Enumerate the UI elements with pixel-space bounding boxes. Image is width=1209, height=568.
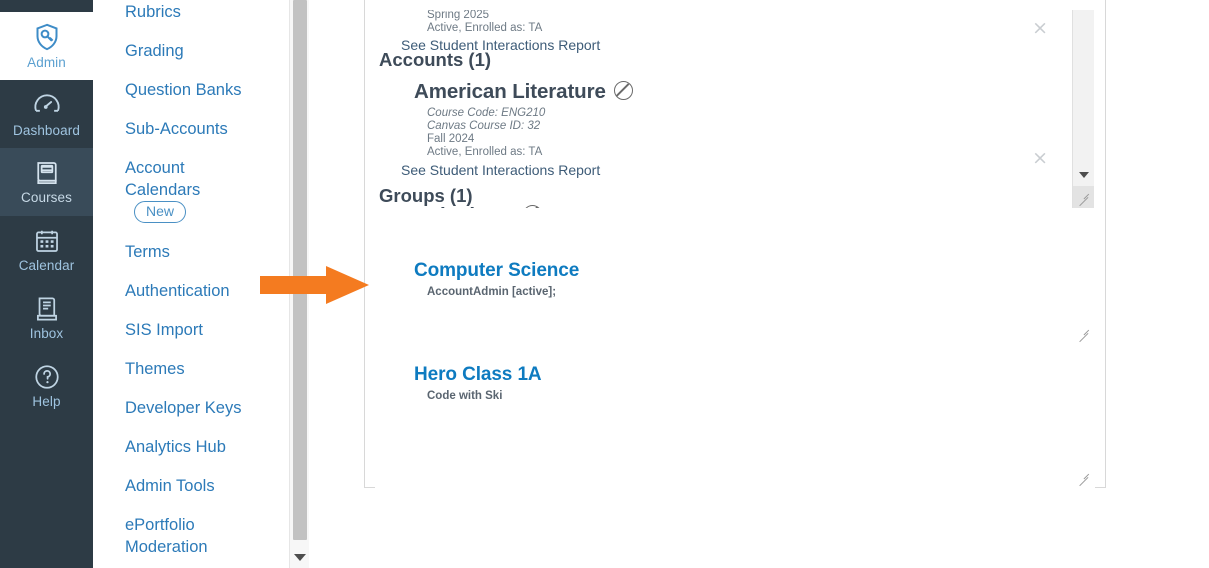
course-meta: Active, Enrolled as: TA <box>427 21 543 34</box>
accounts-box-resize-grip[interactable] <box>1073 322 1094 344</box>
screen: Account Admin Dashboard <box>0 0 1209 568</box>
account-nav-item-themes[interactable]: Themes <box>93 349 289 388</box>
account-nav-label: Account Calendars <box>125 158 201 199</box>
no-entry-icon <box>523 204 543 208</box>
account-nav-label: Terms <box>125 242 170 261</box>
course-meta: Fall 2024 <box>427 132 475 145</box>
student-interactions-report-link[interactable]: See Student Interactions Report <box>401 161 1094 180</box>
account-nav-item-question-banks[interactable]: Question Banks <box>93 70 289 109</box>
no-entry-icon <box>613 81 633 101</box>
global-navigation: Account Admin Dashboard <box>0 0 93 568</box>
account-navigation: Rubrics Grading Question Banks Sub-Accou… <box>93 0 289 568</box>
account-nav-item-sis-import[interactable]: SIS Import <box>93 310 289 349</box>
account-nav-item-eportfolio-moderation[interactable]: ePortfolio Moderation <box>93 505 271 566</box>
course-meta: Active, Enrolled as: TA <box>427 145 543 158</box>
groups-section-title: Groups (1) <box>379 185 473 207</box>
account-link-computer-science[interactable]: Computer Science <box>414 258 1094 283</box>
global-nav-label-inbox: Inbox <box>29 325 64 341</box>
book-icon <box>33 159 61 187</box>
inbox-tray-icon <box>33 295 61 323</box>
account-nav-scroll-down-button[interactable] <box>290 546 310 568</box>
account-nav-item-rubrics[interactable]: Rubrics <box>93 0 289 31</box>
account-nav-label: Admin Tools <box>125 476 215 495</box>
account-nav-label: Question Banks <box>125 80 242 99</box>
course-entry: Calculus II × <box>376 18 1094 208</box>
course-title: Calculus II <box>414 203 1094 208</box>
global-nav-item-account[interactable]: Account <box>0 0 93 12</box>
accounts-section-title: Accounts (1) <box>379 49 492 71</box>
course-meta: Canvas Course ID: 32 <box>427 120 541 133</box>
courses-list: Canvas Course ID: 12/3 Spring 2025 Activ… <box>376 10 1094 208</box>
account-nav-item-grading[interactable]: Grading <box>93 31 289 70</box>
global-nav-label-dashboard: Dashboard <box>13 122 80 138</box>
account-nav-list: Rubrics Grading Question Banks Sub-Accou… <box>93 0 289 568</box>
global-nav-item-inbox[interactable]: Inbox <box>0 284 93 352</box>
account-nav-label: Analytics Hub <box>125 437 226 456</box>
courses-scroll-down-button[interactable] <box>1073 164 1094 186</box>
speedometer-icon <box>32 90 62 120</box>
global-nav-item-help[interactable]: Help <box>0 352 93 420</box>
account-nav-item-analytics-hub[interactable]: Analytics Hub <box>93 427 289 466</box>
account-nav-label: Themes <box>125 359 185 378</box>
global-nav-item-courses[interactable]: Courses <box>0 148 93 216</box>
account-nav-label: SIS Import <box>125 320 203 339</box>
account-nav-label: Sub-Accounts <box>125 119 228 138</box>
global-nav-label-account: Account <box>21 0 72 1</box>
calendar-icon <box>33 227 61 255</box>
global-nav-item-dashboard[interactable]: Dashboard <box>0 80 93 148</box>
account-nav-label: Rubrics <box>125 2 181 21</box>
account-nav-item-account-calendars[interactable]: Account Calendars New <box>93 148 289 232</box>
courses-box-resize-grip[interactable] <box>1073 186 1094 208</box>
chevron-down-icon <box>294 553 306 561</box>
account-nav-item-sub-accounts[interactable]: Sub-Accounts <box>93 109 289 148</box>
courses-scroll-box: Canvas Course ID: 12/3 Spring 2025 Activ… <box>375 9 1095 209</box>
course-title: American Literature <box>414 79 1094 105</box>
course-title-text: American Literature <box>414 80 606 104</box>
main-content: Canvas Course ID: 12/3 Spring 2025 Activ… <box>309 0 1209 568</box>
groups-box-resize-grip[interactable] <box>1073 466 1094 488</box>
chevron-down-icon <box>1078 172 1089 178</box>
global-nav-item-calendar[interactable]: Calendar <box>0 216 93 284</box>
global-nav-label-admin: Admin <box>27 54 66 70</box>
remove-course-button[interactable]: × <box>1032 18 1048 38</box>
group-entry: Hero Class 1A Code with Ski <box>376 354 1094 403</box>
account-role: AccountAdmin [active]; <box>427 286 557 298</box>
account-nav-item-developer-keys[interactable]: Developer Keys <box>93 388 289 427</box>
account-nav-item-admin-tools[interactable]: Admin Tools <box>93 466 289 505</box>
global-nav-label-help: Help <box>32 393 61 409</box>
student-interactions-report-link[interactable]: See Student Interactions Report <box>401 36 1094 55</box>
remove-course-button[interactable]: × <box>1032 149 1048 168</box>
groups-box: Hero Class 1A Code with Ski <box>375 353 1095 489</box>
account-nav-scrollbar-thumb[interactable] <box>293 0 307 540</box>
account-nav-item-terms[interactable]: Terms <box>93 232 289 271</box>
accounts-box: Computer Science AccountAdmin [active]; <box>375 213 1095 345</box>
course-meta: Course Code: ENG210 <box>427 107 546 120</box>
course-meta: Spring 2025 <box>427 10 490 21</box>
global-nav-label-courses: Courses <box>21 189 72 205</box>
courses-box-scrollbar[interactable] <box>1072 10 1094 208</box>
account-nav-label: Authentication <box>125 281 230 300</box>
global-nav-label-calendar: Calendar <box>18 257 75 273</box>
global-nav-item-admin[interactable]: Admin <box>0 12 93 80</box>
user-details-panel: Canvas Course ID: 12/3 Spring 2025 Activ… <box>364 0 1106 489</box>
account-nav-item-authentication[interactable]: Authentication <box>93 271 289 310</box>
account-nav-scrollbar[interactable] <box>289 0 310 568</box>
account-entry: Computer Science AccountAdmin [active]; <box>376 214 1094 299</box>
question-circle-icon <box>33 363 61 391</box>
account-nav-label: ePortfolio Moderation <box>125 515 208 556</box>
account-nav-label: Grading <box>125 41 184 60</box>
shield-key-icon <box>32 22 62 52</box>
group-link-hero-class-1a[interactable]: Hero Class 1A <box>414 362 1094 387</box>
new-badge: New <box>134 200 187 223</box>
course-entry: American Literature × Course Code: ENG21… <box>376 79 1094 179</box>
account-nav-label: Developer Keys <box>125 398 242 417</box>
group-detail: Code with Ski <box>427 390 503 402</box>
